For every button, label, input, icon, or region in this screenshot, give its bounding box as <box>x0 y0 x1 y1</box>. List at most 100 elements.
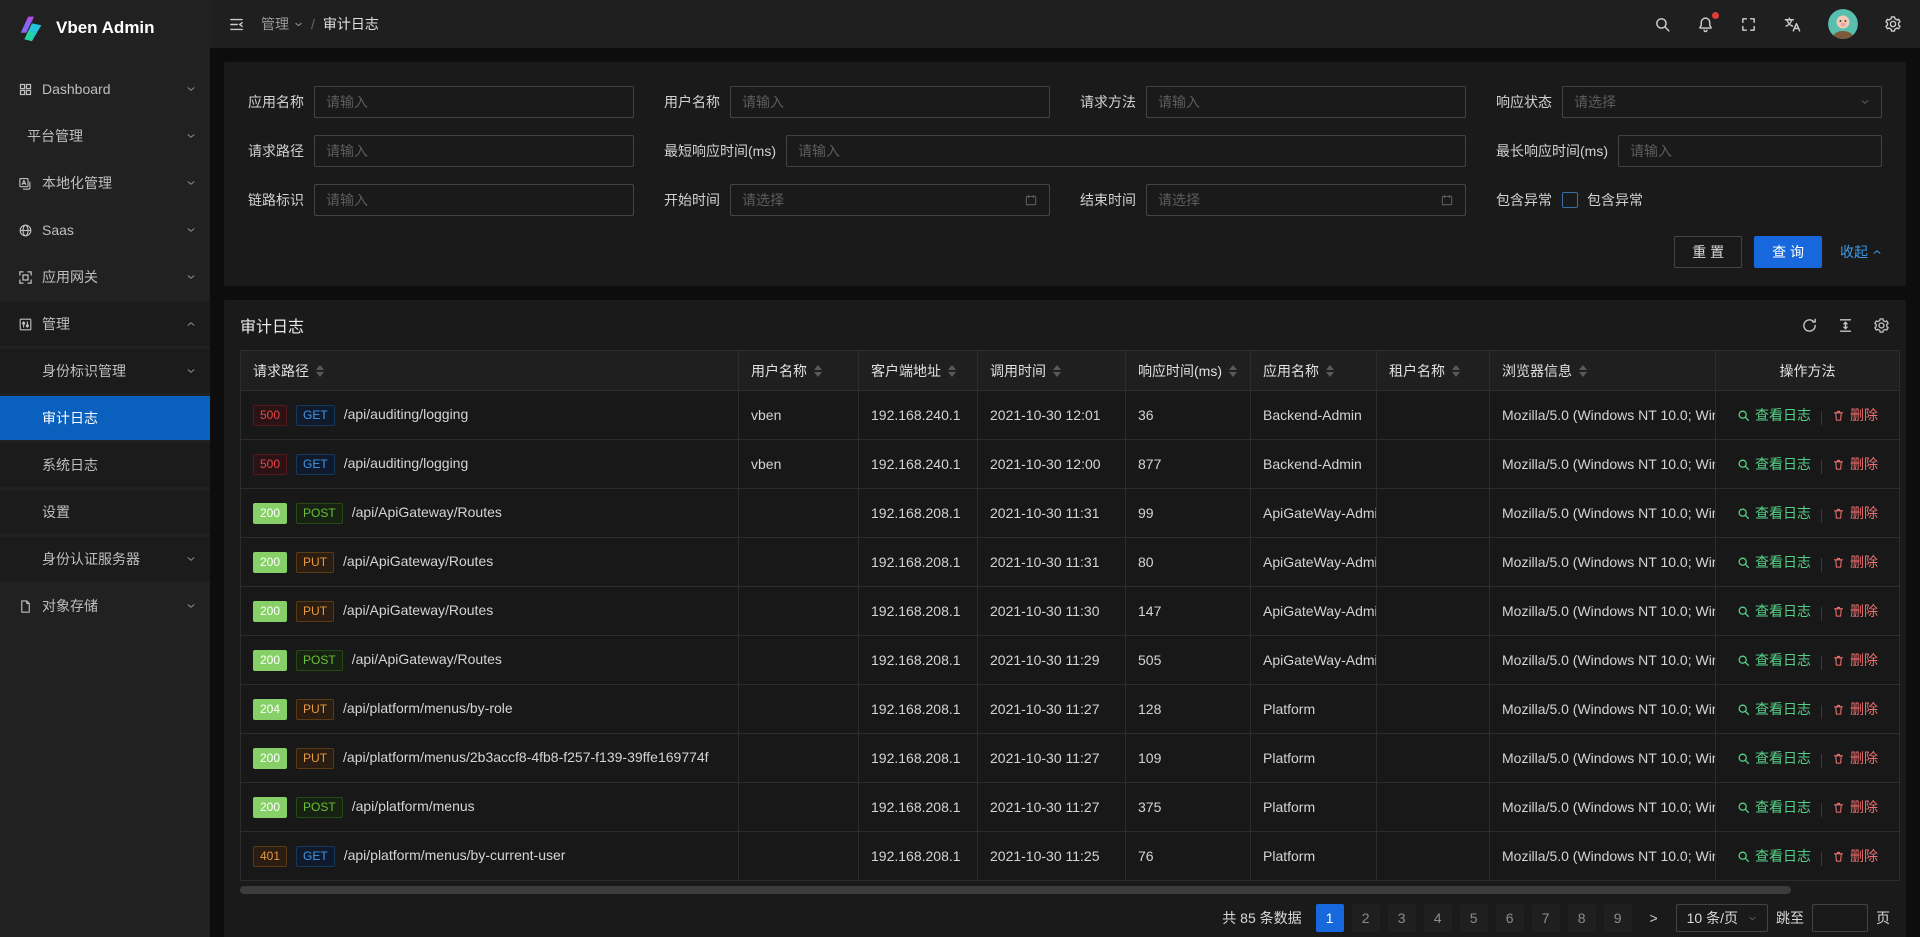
translate-icon[interactable] <box>1783 15 1802 34</box>
view-log-button[interactable]: 查看日志 <box>1737 454 1811 474</box>
column-header[interactable]: 调用时间 <box>978 351 1126 391</box>
app-logo[interactable]: Vben Admin <box>0 0 210 56</box>
view-log-button[interactable]: 查看日志 <box>1737 650 1811 670</box>
sidebar-item-object-storage[interactable]: 对象存储 <box>0 584 210 628</box>
delete-button[interactable]: 删除 <box>1832 748 1878 768</box>
delete-button[interactable]: 删除 <box>1832 405 1878 425</box>
column-header[interactable]: 用户名称 <box>739 351 859 391</box>
delete-button[interactable]: 删除 <box>1832 601 1878 621</box>
end-time-input[interactable] <box>1158 192 1440 208</box>
sidebar-item-label: 系统日志 <box>42 455 196 475</box>
column-header[interactable]: 客户端地址 <box>859 351 978 391</box>
sidebar-item-saas[interactable]: Saas <box>0 208 210 252</box>
sidebar-item-gateway[interactable]: 应用网关 <box>0 255 210 299</box>
sort-icon[interactable] <box>1229 365 1237 377</box>
delete-button[interactable]: 删除 <box>1832 454 1878 474</box>
sidebar-item-system-log[interactable]: 系统日志 <box>0 443 210 487</box>
tenant-cell <box>1377 489 1490 538</box>
page-button-3[interactable]: 3 <box>1388 904 1416 932</box>
query-button[interactable]: 查 询 <box>1754 236 1822 268</box>
sidebar-item-audit-log[interactable]: 审计日志 <box>0 396 210 440</box>
sidebar-item-localization[interactable]: 本地化管理 <box>0 161 210 205</box>
sidebar-item-platform[interactable]: 平台管理 <box>0 114 210 158</box>
refresh-icon[interactable] <box>1801 317 1818 334</box>
sort-icon[interactable] <box>1579 365 1587 377</box>
menu-fold-icon[interactable] <box>228 16 245 33</box>
next-page-button[interactable]: > <box>1640 904 1668 932</box>
sidebar-item-auth-server[interactable]: 身份认证服务器 <box>0 537 210 581</box>
min-response-time-input[interactable] <box>798 143 1454 159</box>
trace-id-input[interactable] <box>326 192 622 208</box>
page-size-select[interactable]: 10 条/页 <box>1676 904 1768 932</box>
reset-button[interactable]: 重 置 <box>1674 236 1742 268</box>
delete-button[interactable]: 删除 <box>1832 650 1878 670</box>
breadcrumb-parent[interactable]: 管理 <box>261 14 303 34</box>
sort-icon[interactable] <box>948 365 956 377</box>
notification-bell-icon[interactable] <box>1697 16 1714 33</box>
sidebar-item-manage[interactable]: 管理 <box>0 302 210 346</box>
page-button-8[interactable]: 8 <box>1568 904 1596 932</box>
user-name-cell: vben <box>739 440 859 489</box>
field-label: 应用名称 <box>248 92 304 112</box>
sidebar-item-settings[interactable]: 设置 <box>0 490 210 534</box>
fullscreen-icon[interactable] <box>1740 16 1757 33</box>
view-log-button[interactable]: 查看日志 <box>1737 846 1811 866</box>
settings-gear-icon[interactable] <box>1884 15 1902 33</box>
page-button-5[interactable]: 5 <box>1460 904 1488 932</box>
delete-button[interactable]: 删除 <box>1832 699 1878 719</box>
page-button-1[interactable]: 1 <box>1316 904 1344 932</box>
column-height-icon[interactable] <box>1837 317 1854 334</box>
sort-icon[interactable] <box>814 365 822 377</box>
collapse-toggle[interactable]: 收起 <box>1840 242 1882 262</box>
search-icon[interactable] <box>1654 16 1671 33</box>
delete-button[interactable]: 删除 <box>1832 552 1878 572</box>
column-header[interactable]: 响应时间(ms) <box>1126 351 1251 391</box>
request-path-input[interactable] <box>326 143 622 159</box>
jump-page-input[interactable] <box>1812 904 1868 932</box>
include-exception-checkbox[interactable] <box>1562 192 1578 208</box>
page-button-2[interactable]: 2 <box>1352 904 1380 932</box>
chevron-up-icon <box>186 319 196 329</box>
user-name-cell <box>739 783 859 832</box>
page-button-9[interactable]: 9 <box>1604 904 1632 932</box>
scrollbar-thumb[interactable] <box>240 886 1791 894</box>
sort-icon[interactable] <box>1452 365 1460 377</box>
view-log-button[interactable]: 查看日志 <box>1737 797 1811 817</box>
view-log-button[interactable]: 查看日志 <box>1737 748 1811 768</box>
user-name-input[interactable] <box>742 94 1038 110</box>
horizontal-scrollbar[interactable] <box>240 886 1890 894</box>
view-log-button[interactable]: 查看日志 <box>1737 699 1811 719</box>
page-button-6[interactable]: 6 <box>1496 904 1524 932</box>
delete-button[interactable]: 删除 <box>1832 503 1878 523</box>
view-log-button[interactable]: 查看日志 <box>1737 601 1811 621</box>
view-log-button[interactable]: 查看日志 <box>1737 552 1811 572</box>
app-name-input[interactable] <box>326 94 622 110</box>
delete-button[interactable]: 删除 <box>1832 797 1878 817</box>
http-method-input[interactable] <box>1158 94 1454 110</box>
sort-icon[interactable] <box>316 365 324 377</box>
duration-cell: 128 <box>1126 685 1251 734</box>
sort-icon[interactable] <box>1053 365 1061 377</box>
max-response-time-input[interactable] <box>1630 143 1870 159</box>
user-avatar[interactable] <box>1828 9 1858 39</box>
column-header[interactable]: 浏览器信息 <box>1490 351 1716 391</box>
view-log-button[interactable]: 查看日志 <box>1737 503 1811 523</box>
chevron-down-icon <box>186 601 196 611</box>
sidebar-item-identity[interactable]: 身份标识管理 <box>0 349 210 393</box>
column-header[interactable]: 租户名称 <box>1377 351 1490 391</box>
table-settings-gear-icon[interactable] <box>1873 317 1890 334</box>
sort-icon[interactable] <box>1326 365 1334 377</box>
column-header[interactable]: 请求路径 <box>241 351 739 391</box>
view-log-button[interactable]: 查看日志 <box>1737 405 1811 425</box>
response-status-select[interactable]: 请选择 <box>1562 86 1882 118</box>
end-time-picker[interactable] <box>1146 184 1466 216</box>
delete-button[interactable]: 删除 <box>1832 846 1878 866</box>
start-time-input[interactable] <box>742 192 1024 208</box>
field-label: 链路标识 <box>248 190 304 210</box>
page-button-7[interactable]: 7 <box>1532 904 1560 932</box>
page-button-4[interactable]: 4 <box>1424 904 1452 932</box>
pagination-pages: 123456789 <box>1316 904 1632 932</box>
sidebar-item-dashboard[interactable]: Dashboard <box>0 67 210 111</box>
column-header[interactable]: 应用名称 <box>1251 351 1377 391</box>
start-time-picker[interactable] <box>730 184 1050 216</box>
